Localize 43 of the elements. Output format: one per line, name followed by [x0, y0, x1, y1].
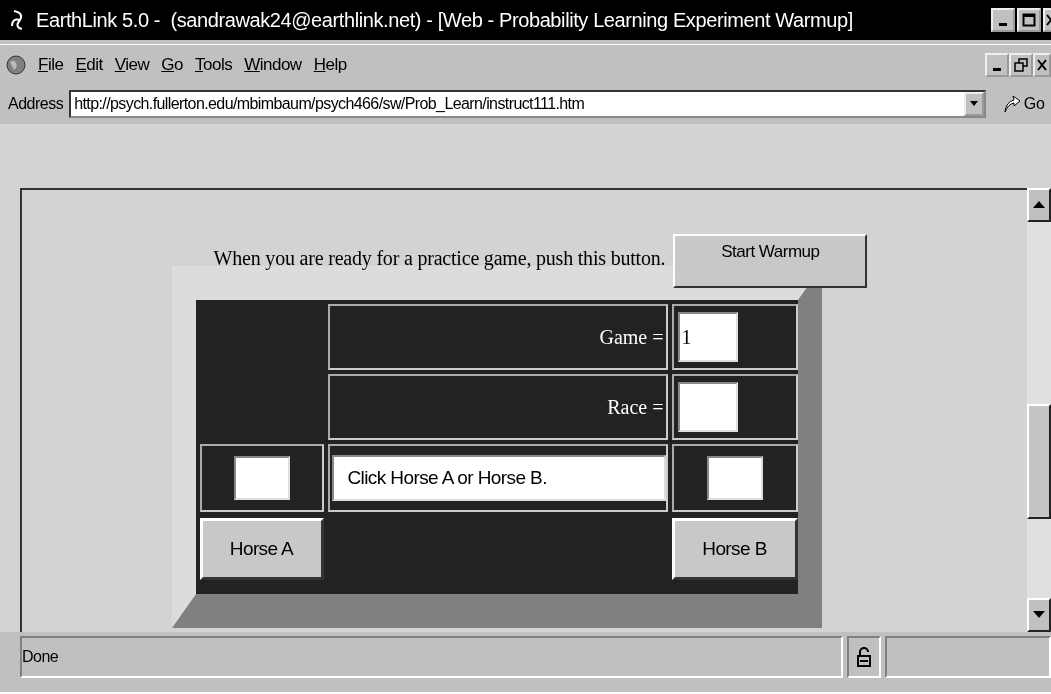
address-label: Address: [8, 95, 64, 113]
text-field[interactable]: 1: [677, 312, 738, 362]
instruction-text: When you are ready for a practice game, push this button.: [213, 246, 666, 270]
restore-button[interactable]: [1009, 52, 1033, 77]
go-button[interactable]: Go: [1001, 94, 1045, 114]
close-button[interactable]: [1033, 52, 1051, 77]
status-text: Done: [22, 648, 59, 666]
menu-item[interactable]: Help: [313, 54, 347, 75]
menu-item[interactable]: File: [38, 54, 64, 75]
start-warmup-button[interactable]: Start Warmup: [673, 234, 868, 288]
message-field[interactable]: Click Horse A or Horse B.: [331, 455, 666, 501]
menu-item[interactable]: Tools: [195, 54, 233, 75]
horse-button[interactable]: Horse B: [671, 518, 798, 580]
down-arrow-icon: [1033, 611, 1045, 619]
menu-item[interactable]: Window: [244, 54, 302, 75]
scrollbar-thumb[interactable]: [1027, 404, 1051, 519]
arrow-icon: [1001, 94, 1022, 114]
menu-item[interactable]: View: [114, 54, 150, 75]
lock-icon: [857, 647, 871, 667]
minimize-button[interactable]: [985, 52, 1009, 77]
horse-button[interactable]: Horse A: [199, 518, 324, 580]
restore-icon: [1014, 57, 1028, 72]
scroll-up-button[interactable]: [1027, 188, 1051, 222]
text-field[interactable]: [233, 456, 290, 500]
scroll-down-button[interactable]: [1027, 598, 1051, 632]
text-field[interactable]: [677, 382, 738, 432]
minimize-icon: [999, 23, 1007, 26]
maximize-icon: [1022, 13, 1036, 27]
minimize-icon: [993, 67, 1001, 71]
field-label: Game =: [599, 325, 664, 349]
window-title: EarthLink 5.0 - (sandrawak24@earthlink.net) - [Web - Probability Learning Experiment Warmup]: [36, 8, 854, 32]
globe-icon: [6, 54, 26, 75]
text-field[interactable]: [706, 456, 763, 500]
maximize-button[interactable]: [1017, 8, 1041, 32]
address-field[interactable]: http://psych.fullerton.edu/mbimbaum/psych466/sw/Prob_Learn/instruct111.htm: [69, 90, 986, 118]
up-arrow-icon: [1033, 201, 1045, 209]
close-icon: [1037, 58, 1047, 71]
menu-item[interactable]: Edit: [75, 54, 103, 75]
field-label: Race =: [607, 395, 664, 419]
menu-item[interactable]: Go: [161, 54, 183, 75]
dropdown-button[interactable]: [963, 92, 984, 116]
minimize-button[interactable]: [991, 8, 1015, 32]
caret-icon: [969, 101, 978, 107]
